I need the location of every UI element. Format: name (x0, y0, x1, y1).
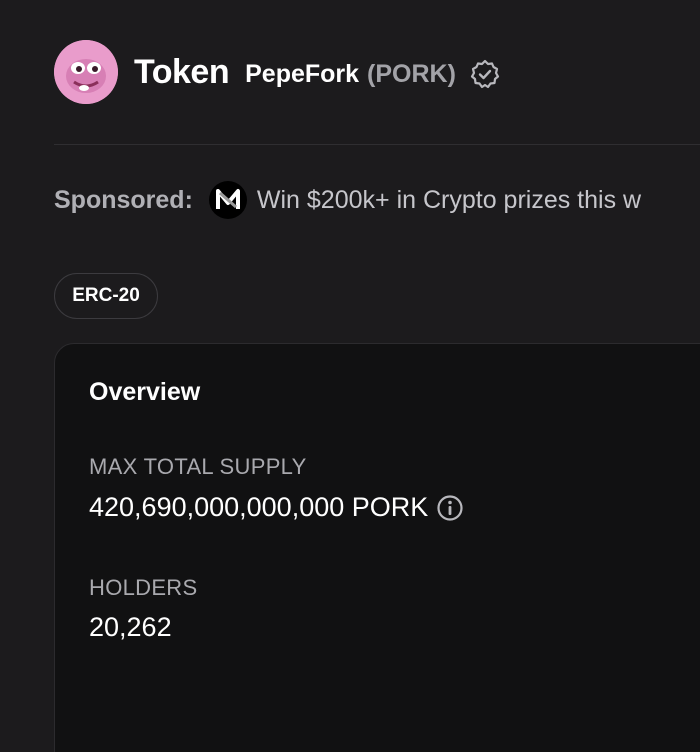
token-name: PepeFork (245, 59, 360, 88)
page-title: Token (134, 52, 230, 91)
token-standard-badge[interactable]: ERC-20 (54, 273, 158, 319)
max-supply-value: 420,690,000,000,000 PORK (89, 492, 429, 522)
sponsored-link[interactable]: Win $200k+ in Crypto prizes this w (257, 186, 641, 215)
verified-badge-icon[interactable] (470, 59, 500, 89)
header-divider (54, 144, 700, 145)
token-symbol: (PORK) (367, 59, 456, 88)
token-header: Token PepeFork (PORK) (54, 40, 500, 104)
info-icon[interactable] (436, 494, 464, 522)
max-supply-label: MAX TOTAL SUPPLY (89, 454, 307, 479)
sponsored-label: Sponsored: (54, 185, 193, 214)
max-supply-row: 420,690,000,000,000 PORK (89, 492, 464, 523)
pepe-avatar-icon (54, 40, 118, 104)
overview-title: Overview (89, 378, 201, 406)
sponsored-banner[interactable]: Sponsored: Win $200k+ in Crypto prizes t… (54, 180, 641, 220)
sponsor-logo-icon[interactable] (208, 181, 247, 219)
overview-card: Overview MAX TOTAL SUPPLY 420,690,000,00… (54, 343, 700, 752)
holders-label: HOLDERS (89, 575, 198, 600)
holders-value: 20,262 (89, 612, 172, 642)
token-page: Token PepeFork (PORK) Sponsored: Win $20… (0, 0, 700, 752)
